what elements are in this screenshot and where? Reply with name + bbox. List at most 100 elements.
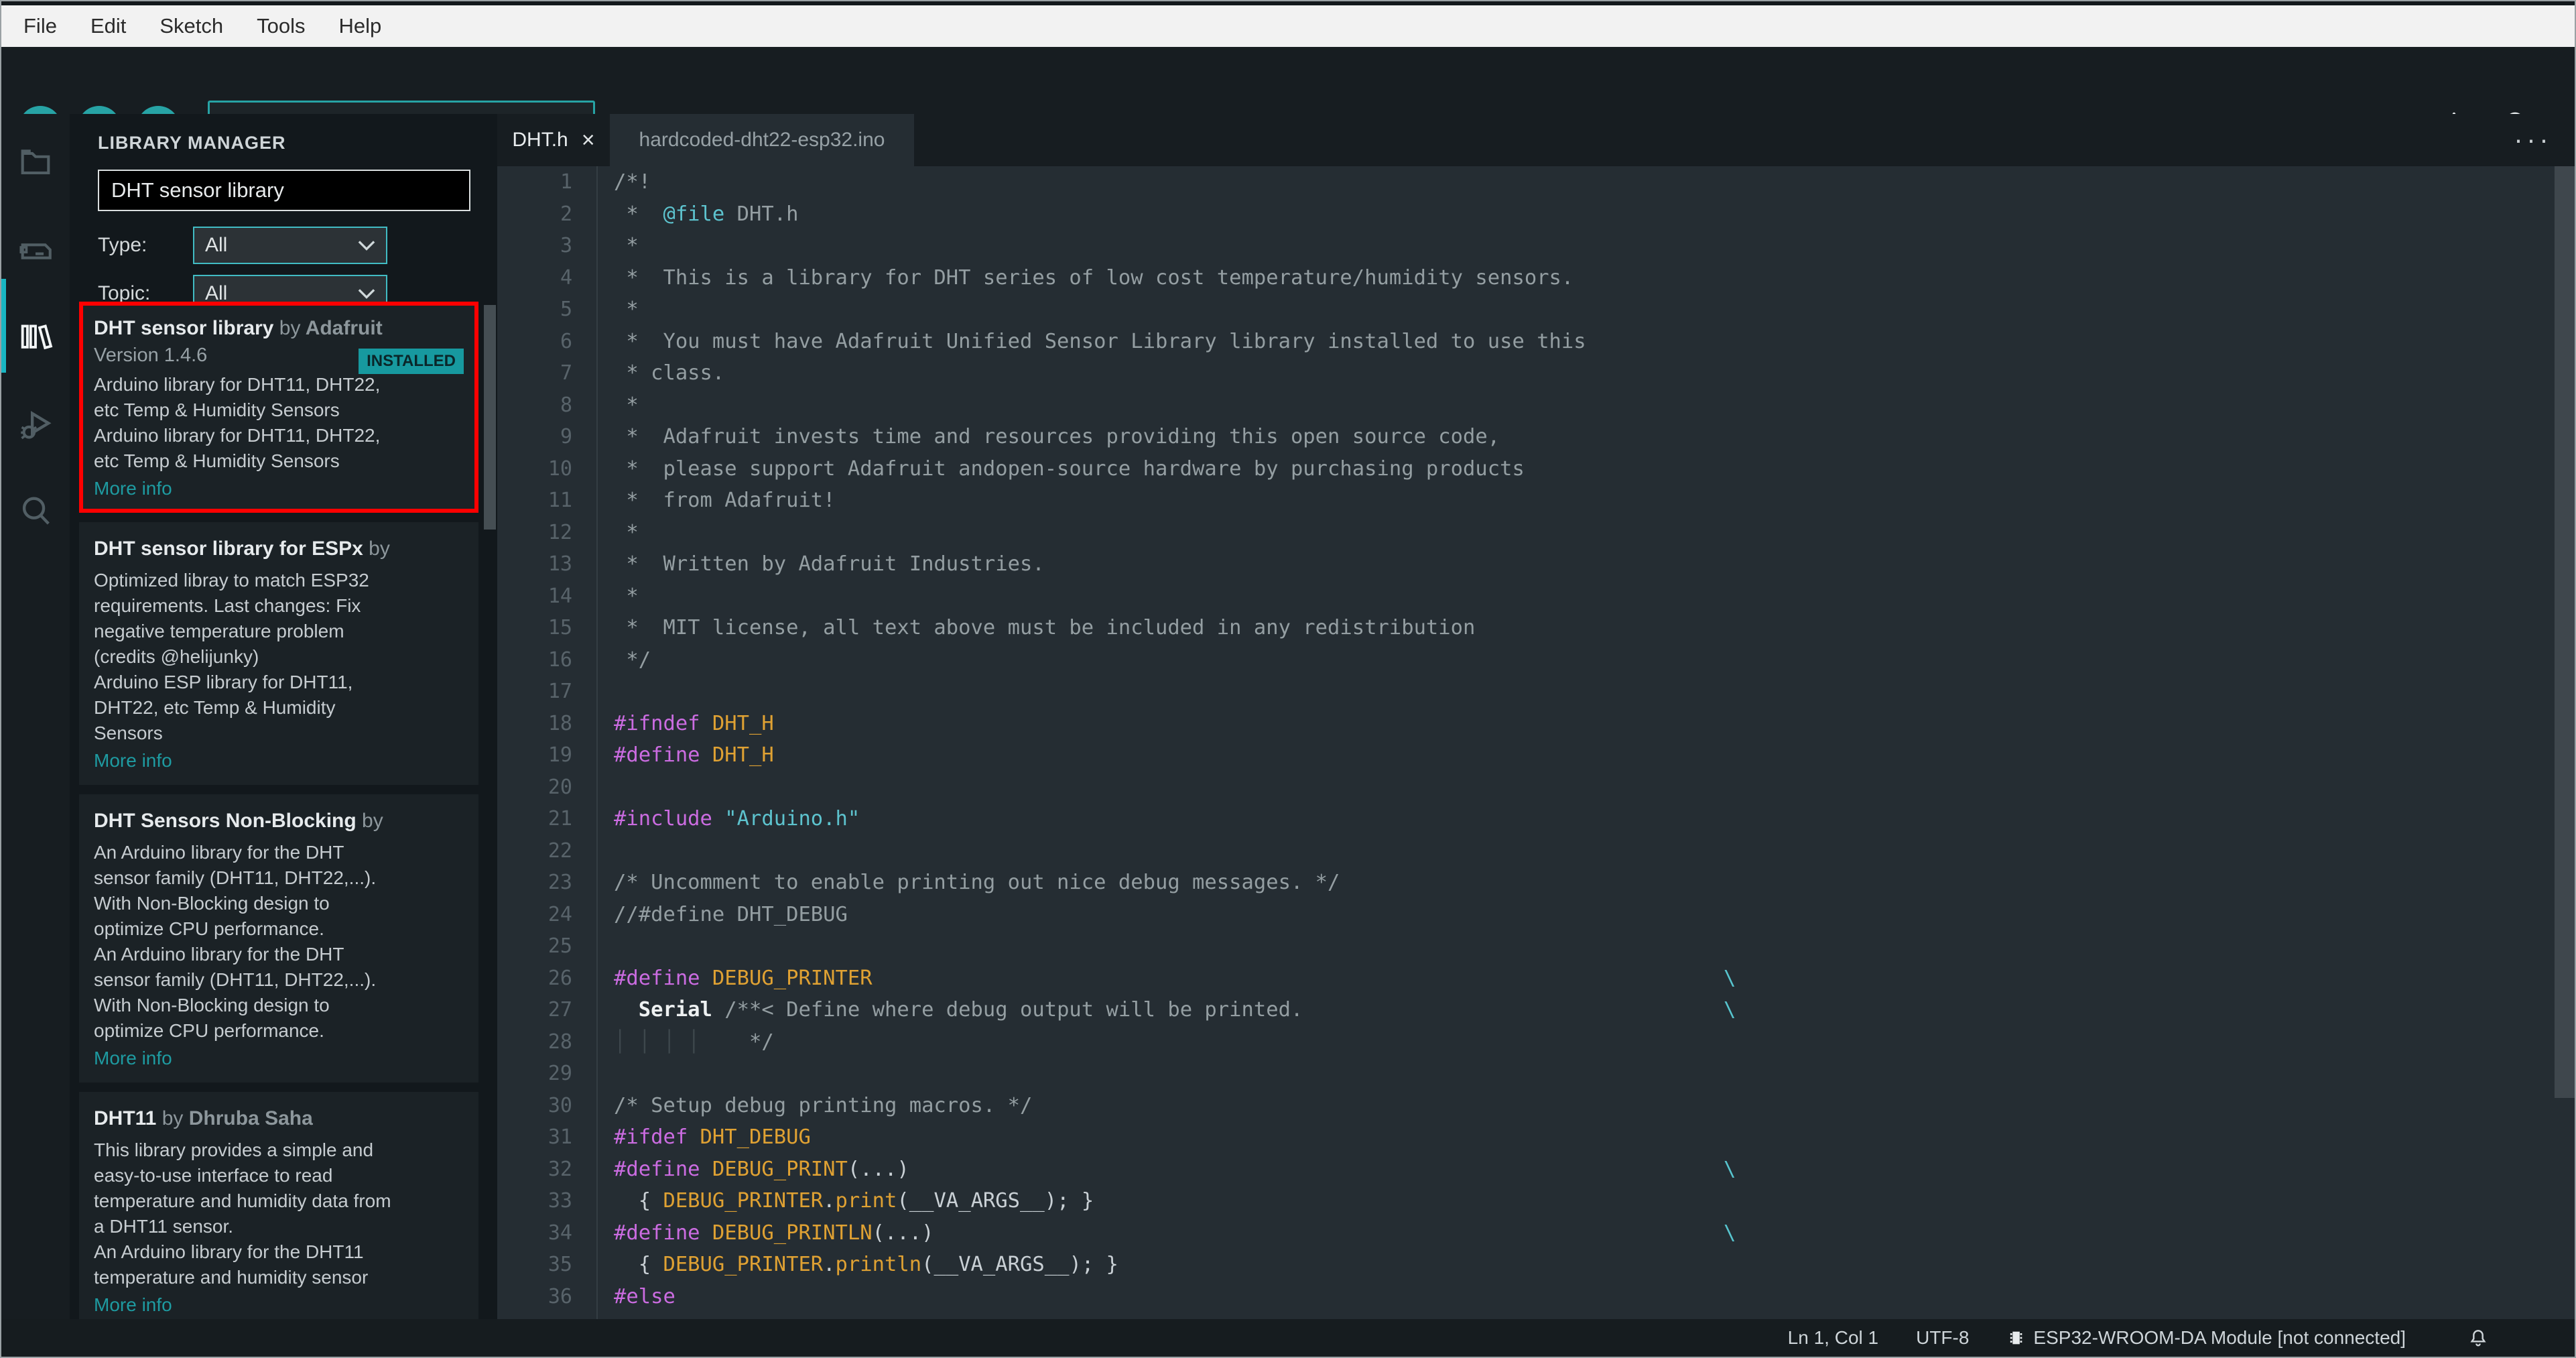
- library-entry-title: DHT11 by Dhruba Saha: [94, 1107, 313, 1129]
- library-entry-description: Arduino library for DHT11, DHT22, etc Tem…: [94, 374, 381, 471]
- line-number: 4: [560, 265, 572, 290]
- type-filter-select[interactable]: All: [193, 227, 387, 264]
- more-info-link[interactable]: More info: [94, 478, 172, 499]
- code-line: 15 * MIT license, all text above must be…: [497, 612, 2575, 644]
- code-line: 34 #define DEBUG_PRINTLN(...) \: [497, 1217, 2575, 1249]
- close-icon[interactable]: ×: [582, 127, 595, 153]
- library-entry-title: DHT sensor library by Adafruit: [94, 317, 383, 339]
- line-number: 31: [548, 1125, 572, 1149]
- line-number: 33: [548, 1189, 572, 1213]
- chip-icon: [2010, 1331, 2022, 1345]
- code-line: 35 { DEBUG_PRINTER.println(__VA_ARGS__);…: [497, 1249, 2575, 1281]
- sidebar-item-sketchbook[interactable]: [1, 133, 70, 190]
- editor-scrollbar[interactable]: [2555, 166, 2575, 1098]
- code-line: 7 * class.: [497, 357, 2575, 389]
- line-number: 18: [548, 711, 572, 735]
- line-number: 1: [560, 170, 572, 194]
- code-line: 30/* Setup debug printing macros. */: [497, 1089, 2575, 1121]
- folder-icon: [21, 149, 50, 174]
- code-line: 17: [497, 676, 2575, 708]
- panel-title: LIBRARY MANAGER: [98, 133, 286, 153]
- type-filter-label: Type:: [98, 234, 147, 256]
- code-line: 2 * @file DHT.h: [497, 198, 2575, 230]
- line-number: 10: [548, 456, 572, 481]
- more-info-link[interactable]: More info: [94, 1048, 172, 1069]
- code-line: 18 #ifndef DHT_H: [497, 707, 2575, 739]
- sidebar-item-library-manager[interactable]: [1, 307, 70, 365]
- editor-tab-hardcoded-dht22-esp32.ino[interactable]: hardcoded-dht22-esp32.ino: [610, 114, 914, 166]
- line-number: 14: [548, 584, 572, 608]
- code-line: 37#define DEBUG_PRINT(...)\: [497, 1312, 2575, 1319]
- editor-area[interactable]: DHT.h × hardcoded-dht22-esp32.ino ··· 1/*!…: [497, 114, 2575, 1319]
- code-line: 5 *: [497, 294, 2575, 326]
- library-entry-title: DHT sensor library for ESPx bybeegee_tok…: [94, 538, 390, 560]
- code-line: 10 * please support Adafruit andopen-sou…: [497, 452, 2575, 485]
- code-line: 26 #define DEBUG_PRINTER \: [497, 962, 2575, 994]
- library-search-input[interactable]: [98, 170, 470, 211]
- more-info-link[interactable]: More info: [94, 1294, 172, 1316]
- debug-icon: [21, 411, 52, 440]
- library-entry[interactable]: DHT sensor library for ESPx bybeegee_tok…: [79, 522, 478, 785]
- line-number: 26: [548, 966, 572, 990]
- sidebar-item-boards-manager[interactable]: [1, 223, 70, 280]
- line-number: 22: [548, 839, 572, 863]
- line-number: 3: [560, 234, 572, 257]
- menu-item-tools[interactable]: Tools: [240, 14, 322, 38]
- line-number: 17: [548, 680, 572, 703]
- menu-item-file[interactable]: File: [7, 14, 74, 38]
- code-line: 3 *: [497, 230, 2575, 262]
- search-icon: [22, 497, 50, 525]
- library-entry-description: An Arduino library for the DHT sensor fam…: [94, 842, 377, 1041]
- line-number: 7: [560, 361, 572, 385]
- editor-tab-DHT.h[interactable]: DHT.h ×: [497, 114, 610, 166]
- more-actions-icon[interactable]: ···: [2514, 123, 2552, 156]
- activity-bar: [1, 114, 70, 1319]
- line-number: 37: [497, 1312, 596, 1319]
- code-editor[interactable]: 1/*! 2 * @file DHT.h 3 * 4 * This is a libr…: [497, 166, 2575, 1319]
- main-area: LIBRARY MANAGER Type: All Topic: All DHT…: [1, 114, 2575, 1319]
- chevron-down-icon: [358, 289, 375, 299]
- menu-item-sketch[interactable]: Sketch: [143, 14, 240, 38]
- code-line: 16 */: [497, 643, 2575, 676]
- board-status[interactable]: ESP32-WROOM-DA Module [not connected]: [2006, 1327, 2406, 1349]
- encoding-indicator[interactable]: UTF-8: [1916, 1327, 1969, 1349]
- library-entry[interactable]: DHT Sensors Non-Blocking byToan Nguyen An…: [79, 794, 478, 1083]
- board-icon: [19, 243, 52, 259]
- library-panel-scrollbar[interactable]: [484, 305, 496, 530]
- library-entry-description: This library provides a simple and easy-t…: [94, 1139, 391, 1288]
- code-line: 28 │ │ │ │ */: [497, 1026, 2575, 1058]
- sidebar-item-debugger[interactable]: [1, 397, 70, 454]
- code-line: 22: [497, 835, 2575, 867]
- line-number: 15: [548, 616, 572, 639]
- code-line: 1/*!: [497, 166, 2575, 198]
- sidebar-item-search[interactable]: [1, 483, 70, 540]
- editor-tab-bar: DHT.h × hardcoded-dht22-esp32.ino: [497, 114, 2575, 166]
- line-number: 24: [548, 902, 572, 926]
- more-info-link[interactable]: More info: [94, 750, 172, 771]
- code-line: 11 * from Adafruit!: [497, 485, 2575, 517]
- code-line: 6 * You must have Adafruit Unified Senso…: [497, 325, 2575, 357]
- cursor-position[interactable]: Ln 1, Col 1: [1788, 1327, 1878, 1349]
- library-list: DHT sensor library by Adafruit Version 1.…: [79, 302, 478, 1319]
- line-number: 30: [548, 1093, 572, 1117]
- line-number: 27: [548, 998, 572, 1022]
- line-number: 32: [548, 1157, 572, 1181]
- line-number: 25: [548, 934, 572, 958]
- line-number: 19: [548, 743, 572, 767]
- line-number: 6: [560, 329, 572, 353]
- line-number: 16: [548, 647, 572, 672]
- tab-label: hardcoded-dht22-esp32.ino: [639, 129, 885, 151]
- line-number: 5: [560, 298, 572, 321]
- menu-item-edit[interactable]: Edit: [74, 14, 143, 38]
- library-entry[interactable]: DHT sensor library by Adafruit Version 1.…: [79, 302, 478, 513]
- code-line: 8 *: [497, 389, 2575, 421]
- menu-item-help[interactable]: Help: [322, 14, 399, 38]
- code-line: 21 #include "Arduino.h": [497, 803, 2575, 835]
- line-number: 23: [548, 871, 572, 894]
- installed-badge: INSTALLED: [359, 349, 464, 374]
- line-number: 8: [560, 393, 572, 417]
- line-number: 35: [548, 1253, 572, 1276]
- notifications-bell-icon[interactable]: [2467, 1327, 2497, 1349]
- library-entry[interactable]: DHT11 by Dhruba Saha This library provide…: [79, 1092, 478, 1319]
- line-number: 28: [548, 1030, 572, 1054]
